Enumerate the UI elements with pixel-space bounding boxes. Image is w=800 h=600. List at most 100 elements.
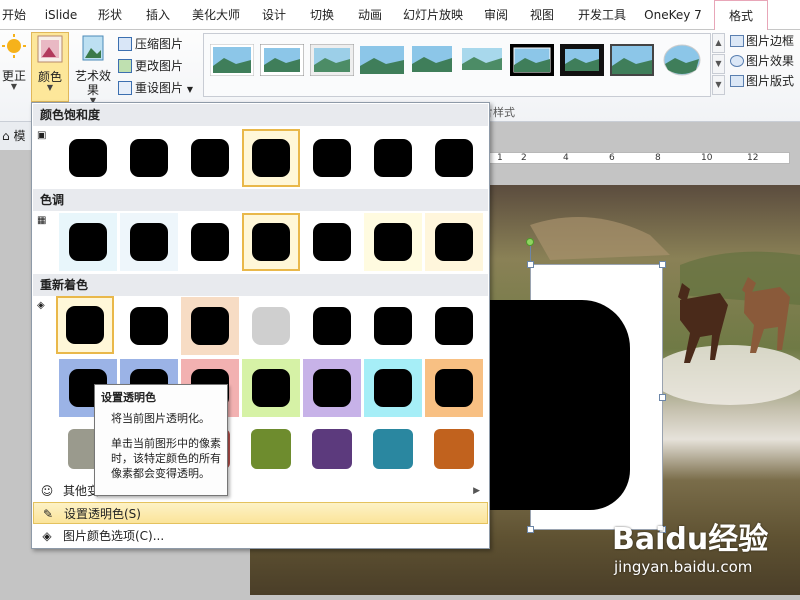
resize-handle[interactable]: [527, 261, 534, 268]
art-effect-icon: [82, 35, 104, 61]
watermark-url: jingyan.baidu.com: [614, 558, 753, 576]
picture-style-thumb[interactable]: [660, 44, 704, 76]
art-effect-button[interactable]: 艺术效果 ▼: [70, 32, 116, 105]
black-rounded-picture[interactable]: [488, 300, 630, 510]
recolor-swatch-selected[interactable]: [56, 296, 114, 354]
picture-layout-button[interactable]: 图片版式: [730, 72, 800, 90]
recolor-swatch[interactable]: [364, 297, 422, 355]
recolor-swatch[interactable]: [434, 429, 474, 469]
tone-swatch[interactable]: [181, 213, 239, 271]
rotation-handle[interactable]: [526, 238, 534, 246]
picture-style-thumb[interactable]: [410, 44, 454, 76]
tab-shape[interactable]: 形状: [92, 0, 128, 30]
saturation-swatch-selected[interactable]: [242, 129, 300, 187]
recolor-swatch[interactable]: [373, 429, 413, 469]
tab-onekey[interactable]: OneKey 7: [640, 0, 706, 30]
picture-style-thumb[interactable]: [210, 44, 254, 76]
recolor-swatch[interactable]: [303, 297, 361, 355]
watermark-logo: Baidu经验: [612, 522, 769, 557]
saturation-swatch[interactable]: [120, 129, 178, 187]
tab-beautify-master[interactable]: 美化大师: [188, 0, 244, 30]
recolor-swatch[interactable]: [312, 429, 352, 469]
recolor-swatch[interactable]: [242, 297, 300, 355]
recolor-swatch[interactable]: [364, 359, 422, 417]
tone-swatch[interactable]: [303, 213, 361, 271]
saturation-swatch[interactable]: [181, 129, 239, 187]
color-button[interactable]: 颜色 ▼: [31, 32, 69, 102]
tab-format[interactable]: 格式: [714, 0, 768, 31]
recolor-swatch[interactable]: [425, 359, 483, 417]
reset-picture-button[interactable]: 重设图片 ▼: [118, 78, 198, 98]
set-transparent-color-label: 设置透明色(S): [64, 507, 141, 521]
tab-slideshow[interactable]: 幻灯片放映: [400, 0, 466, 30]
ruler-number: 8: [655, 153, 661, 163]
tab-islide[interactable]: iSlide: [38, 0, 84, 30]
palette-icon: ☺: [40, 484, 54, 498]
gallery-scroll-up[interactable]: ▲: [712, 33, 725, 53]
ruler-number: 4: [563, 153, 569, 163]
tab-design[interactable]: 设计: [256, 0, 292, 30]
effect-icon: [730, 55, 744, 67]
recolor-swatch[interactable]: [425, 297, 483, 355]
picture-style-thumb[interactable]: [560, 44, 604, 76]
picture-border-label: 图片边框: [746, 34, 795, 48]
picture-style-thumb[interactable]: [610, 44, 654, 76]
tone-swatch[interactable]: [59, 213, 117, 271]
recolor-swatch[interactable]: [251, 429, 291, 469]
tab-view[interactable]: 视图: [524, 0, 560, 30]
picture-style-thumb[interactable]: [360, 44, 404, 76]
tab-developer[interactable]: 开发工具: [574, 0, 630, 30]
picture-effect-button[interactable]: 图片效果: [730, 52, 800, 70]
resize-handle[interactable]: [659, 261, 666, 268]
slides-pane-label: 模: [13, 129, 26, 143]
saturation-swatch[interactable]: [425, 129, 483, 187]
recolor-swatch[interactable]: [120, 297, 178, 355]
tone-swatch[interactable]: [364, 213, 422, 271]
gallery-more[interactable]: ▼: [712, 75, 725, 95]
saturation-swatch[interactable]: [303, 129, 361, 187]
saturation-swatch[interactable]: [59, 129, 117, 187]
tone-swatch[interactable]: [120, 213, 178, 271]
picture-style-thumb[interactable]: [510, 44, 554, 76]
horizontal-ruler[interactable]: 1 2 4 6 8 10 12: [488, 152, 790, 164]
saturation-swatch[interactable]: [364, 129, 422, 187]
picture-style-gallery: [203, 33, 711, 97]
gallery-scroll-down[interactable]: ▼: [712, 54, 725, 74]
saturation-icon: ▣: [37, 130, 47, 141]
picture-style-thumb[interactable]: [260, 44, 304, 76]
ruler-number: 6: [609, 153, 615, 163]
picture-style-thumb[interactable]: [460, 44, 504, 76]
ruler-number: 12: [747, 153, 759, 163]
tooltip-title: 设置透明色: [101, 391, 156, 404]
set-transparent-tooltip: 设置透明色 将当前图片透明化。 单击当前图形中的像素时，该特定颜色的所有像素都会…: [94, 384, 228, 496]
recolor-swatch[interactable]: [181, 297, 239, 355]
change-picture-button[interactable]: 更改图片: [118, 56, 198, 76]
tab-insert[interactable]: 插入: [140, 0, 176, 30]
resize-handle[interactable]: [659, 394, 666, 401]
slides-pane-header[interactable]: ⌂ 模: [0, 122, 34, 150]
correct-button[interactable]: 更正 ▼: [0, 32, 28, 91]
picture-border-button[interactable]: 图片边框: [730, 32, 800, 50]
color-label: 颜色: [37, 70, 62, 84]
home-icon: ⌂: [2, 129, 10, 143]
picture-layout-label: 图片版式: [746, 74, 795, 88]
chevron-right-icon: ▶: [473, 486, 480, 496]
recolor-swatch[interactable]: [303, 359, 361, 417]
picture-color-options-item[interactable]: ◈ 图片颜色选项(C)...: [33, 525, 488, 547]
tone-swatch-selected[interactable]: [242, 213, 300, 271]
compress-picture-button[interactable]: 压缩图片: [118, 34, 198, 54]
ruler-number: 2: [521, 153, 527, 163]
tab-animation[interactable]: 动画: [352, 0, 388, 30]
tab-home[interactable]: 开始: [0, 0, 28, 30]
tone-swatch[interactable]: [425, 213, 483, 271]
tab-transition[interactable]: 切换: [304, 0, 340, 30]
picture-color-options-label: 图片颜色选项(C)...: [63, 529, 165, 543]
tab-review[interactable]: 审阅: [478, 0, 514, 30]
resize-handle[interactable]: [527, 526, 534, 533]
set-transparent-color-item[interactable]: ✎ 设置透明色(S): [33, 502, 488, 524]
recolor-swatch[interactable]: [242, 359, 300, 417]
tooltip-summary: 将当前图片透明化。: [111, 412, 210, 425]
compress-label: 压缩图片: [135, 37, 184, 51]
picture-style-thumb[interactable]: [310, 44, 354, 76]
chevron-down-icon: ▼: [46, 83, 54, 92]
